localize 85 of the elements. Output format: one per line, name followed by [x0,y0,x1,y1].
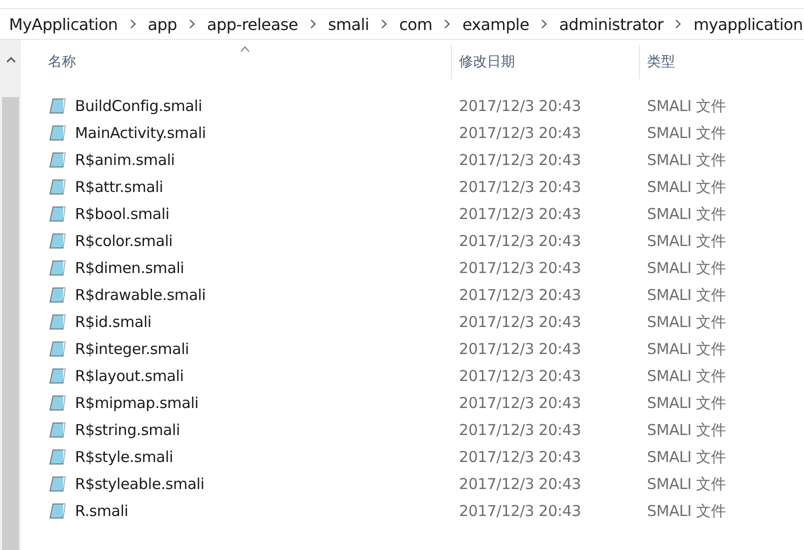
file-name[interactable]: R$integer.smali [75,340,190,358]
file-name[interactable]: R$drawable.smali [75,286,206,304]
modified-date: 2017/12/3 20:43 [459,97,581,115]
chevron-icon[interactable] [187,19,197,29]
file-name[interactable]: R$styleable.smali [75,474,204,492]
file-name[interactable]: R$attr.smali [75,178,164,196]
file-type: SMALI 文件 [647,204,726,222]
file-icon [48,178,68,196]
file-name[interactable]: R$anim.smali [75,150,175,168]
scrollbar-thumb[interactable] [2,97,19,550]
breadcrumb-item[interactable]: app-release [207,14,298,34]
file-icon [48,124,68,142]
file-name[interactable]: R$style.smali [75,448,174,466]
file-type: SMALI 文件 [647,232,726,250]
file-icon [48,150,68,168]
file-icon [48,232,68,250]
chevron-icon[interactable] [442,19,452,29]
chevron-icon[interactable] [539,19,550,29]
file-name[interactable]: R$string.smali [75,420,180,438]
file-icon [48,366,68,384]
breadcrumb-item[interactable]: administrator [559,14,664,34]
modified-date: 2017/12/3 20:43 [459,340,581,358]
file-name[interactable]: BuildConfig.smali [75,96,202,114]
file-type: SMALI 文件 [647,312,726,330]
chevron-icon[interactable] [673,19,684,29]
file-name[interactable]: R.smali [75,502,128,520]
modified-date: 2017/12/3 20:43 [459,151,581,169]
modified-date: 2017/12/3 20:43 [459,421,581,439]
file-type: SMALI 文件 [647,420,726,438]
file-icon [48,96,68,114]
column-header[interactable]: 修改日期 [451,45,639,79]
file-name[interactable]: R$bool.smali [75,204,170,222]
file-icon [48,394,68,412]
chevron-icon[interactable] [379,19,390,29]
file-type: SMALI 文件 [647,448,726,466]
file-icon [48,340,68,358]
file-type: SMALI 文件 [647,96,726,114]
breadcrumb-item[interactable]: example [462,14,530,34]
scrollbar[interactable] [0,40,21,550]
file-type: SMALI 文件 [647,124,726,142]
file-name[interactable]: R$dimen.smali [75,258,184,276]
modified-date: 2017/12/3 20:43 [459,178,581,196]
file-name[interactable]: R$layout.smali [75,366,184,384]
file-type: SMALI 文件 [647,340,726,358]
file-icon [48,448,68,466]
file-name[interactable]: R$color.smali [75,232,173,250]
modified-date: 2017/12/3 20:43 [459,124,581,142]
file-type: SMALI 文件 [647,394,726,412]
file-type: SMALI 文件 [647,150,726,168]
modified-date: 2017/12/3 20:43 [459,448,581,466]
breadcrumb-item[interactable]: com [399,14,432,34]
file-icon [48,420,68,438]
file-name[interactable]: R$mipmap.smali [75,394,199,412]
scroll-up-icon[interactable] [6,56,16,64]
chevron-icon[interactable] [128,19,138,29]
modified-date: 2017/12/3 20:43 [459,394,581,412]
file-icon [48,502,68,520]
modified-date: 2017/12/3 20:43 [459,232,581,250]
column-header[interactable]: 类型 [639,45,804,79]
modified-date: 2017/12/3 20:43 [459,205,581,223]
file-type: SMALI 文件 [647,258,726,276]
file-type: SMALI 文件 [647,502,726,520]
modified-date: 2017/12/3 20:43 [459,259,581,277]
file-type: SMALI 文件 [647,178,726,196]
breadcrumb-item[interactable]: app [148,14,177,34]
file-type: SMALI 文件 [647,286,726,304]
file-icon [48,474,68,492]
modified-date: 2017/12/3 20:43 [459,502,581,520]
file-name[interactable]: MainActivity.smali [75,124,206,142]
file-icon [48,204,68,222]
breadcrumb-item[interactable]: myapplication [693,14,803,34]
modified-date: 2017/12/3 20:43 [459,367,581,385]
file-icon [48,258,68,276]
chevron-icon[interactable] [308,19,318,29]
breadcrumb-item[interactable]: MyApplication [9,14,118,34]
file-icon [48,286,68,304]
file-icon [48,312,68,330]
modified-date: 2017/12/3 20:43 [459,475,581,493]
column-header[interactable]: 名称 [21,45,451,79]
file-type: SMALI 文件 [647,366,726,384]
modified-date: 2017/12/3 20:43 [459,286,581,304]
file-type: SMALI 文件 [647,474,726,492]
file-name[interactable]: R$id.smali [75,312,152,330]
modified-date: 2017/12/3 20:43 [459,313,581,331]
breadcrumb-item[interactable]: smali [328,14,370,34]
